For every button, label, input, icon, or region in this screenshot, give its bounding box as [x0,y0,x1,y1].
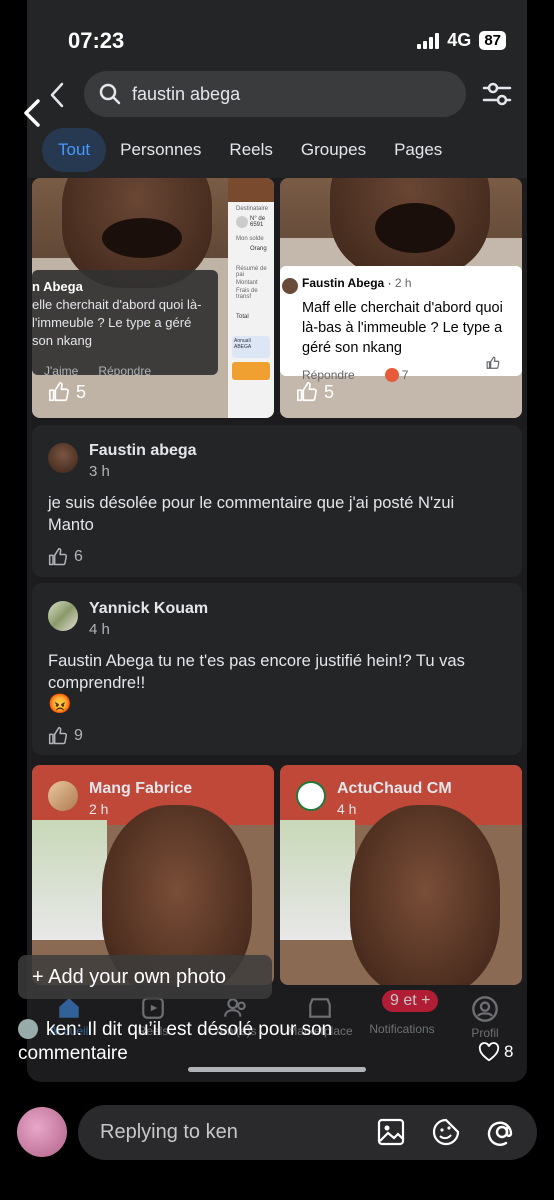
home-indicator [188,1067,366,1072]
beard-shape [375,203,455,253]
story-back-icon[interactable] [20,98,44,128]
comment-likes[interactable]: 9 [48,726,83,746]
reply-input[interactable]: Replying to ken [78,1105,537,1160]
overlay-like-action: J'aime [44,364,79,378]
comment-likes[interactable]: 6 [48,547,83,567]
mention-icon[interactable] [487,1117,517,1147]
profile-icon [472,996,498,1022]
back-icon[interactable] [46,80,68,110]
comment-time: 3 h [89,463,110,480]
comment-text: je suis désolée pour le commentaire que … [48,494,455,534]
story-like[interactable]: 8 [478,1042,513,1062]
receipt-label: Destinataire [236,206,269,212]
reel-likes: 5 [296,381,334,403]
overlay-reply-action: Répondre [98,364,152,378]
avatar [48,443,78,473]
reel-time: 2 h [89,801,109,817]
add-photo-label: + Add your own photo [32,965,227,988]
search-query: faustin abega [132,83,241,104]
overlay-comment-text: Maff elle cherchait d'abord quoi là-bas … [302,300,503,356]
tab-pages[interactable]: Pages [380,128,456,172]
filter-icon[interactable] [482,80,512,108]
comment-card[interactable]: Yannick Kouam 4 h Faustin Abega tu ne t'… [32,583,522,755]
avatar [48,601,78,631]
reel-card-4[interactable]: ActuChaud CM 4 h [280,765,522,985]
receipt-label: Total [236,314,249,320]
reel-like-count: 5 [76,381,87,402]
reel-author: Mang Fabrice [89,780,193,797]
signal-icon [417,32,440,49]
reel-card-1[interactable]: Destinataire N° de 6591 Mon solde Orang … [32,178,274,418]
receipt-panel: Destinataire N° de 6591 Mon solde Orang … [228,178,274,418]
search-input[interactable]: faustin abega [84,71,466,117]
search-icon [99,83,121,105]
receipt-avatar-icon [236,216,248,228]
tab-groupes[interactable]: Groupes [287,128,380,172]
overlay-comment: Faustin Abega · 2 h Maff elle cherchait … [280,266,522,382]
receipt-label: Mon solde [236,236,264,242]
receipt-label: 6591 [250,222,264,228]
thumbs-up-icon [297,382,317,402]
notification-badge: 9 et + [382,990,439,1012]
nav-profile-label: Profil [471,1026,499,1040]
reel-like-count: 5 [324,381,335,402]
heart-icon [478,1042,500,1062]
comment-text: Faustin Abega tu ne t'es pas encore just… [48,652,465,692]
receipt-label: Orang [250,246,267,252]
my-avatar[interactable] [17,1107,67,1157]
tab-tout[interactable]: Tout [42,128,107,172]
reel-card-2[interactable]: Faustin Abega · 2 h Maff elle cherchait … [280,178,522,418]
story-reply-text: ken: Il dit qu’il est désolé pour son co… [18,1018,418,1066]
angry-face-emoji: 😡 [48,694,72,715]
reel-author: ActuChaud CM [337,780,452,797]
beard-shape [102,218,182,258]
status-time: 07:23 [68,28,125,53]
thumbs-up-icon [48,547,68,566]
overlay-comment: n Abega elle cherchait d'abord quoi là-l… [32,270,218,378]
story-reply-message: ken: Il dit qu’il est désolé pour son co… [18,1019,333,1064]
comment-author[interactable]: Faustin abega [89,442,197,460]
image-icon[interactable] [376,1117,406,1147]
add-photo-button[interactable]: + Add your own photo [18,955,272,999]
comment-like-count: 9 [74,727,83,744]
filter-tabs: Tout Personnes Reels Groupes Pages [42,128,456,172]
comment-like-count: 6 [74,548,83,565]
comment-card[interactable]: Faustin abega 3 h je suis désolée pour l… [32,425,522,577]
tab-reels[interactable]: Reels [215,128,286,172]
battery-icon: 87 [479,31,506,50]
reel-likes: 5 [48,381,86,403]
thumbs-up-icon [48,726,68,745]
overlay-comment-text: elle cherchait d'abord quoi là-l'immeubl… [32,297,202,348]
comment-time: 4 h [89,621,110,638]
story-like-count: 8 [504,1042,514,1061]
comment-author[interactable]: Yannick Kouam [89,600,208,618]
receipt-label: Frais de transf [236,288,258,300]
nav-profile[interactable]: Profil [462,995,508,1040]
overlay-comment-author: n Abega [32,279,83,294]
face-shape [350,805,500,985]
sticker-icon[interactable] [431,1117,461,1147]
tab-personnes[interactable]: Personnes [106,128,215,172]
thumbs-up-icon [49,382,69,402]
receipt-label: ABEGA [234,344,252,350]
avatar [296,781,326,811]
inset-photo [280,820,355,940]
overlay-comment-time: 2 h [394,276,412,290]
receipt-label: Montant [236,280,258,286]
overlay-reaction-count: 7 [401,368,409,382]
receipt-label: Résumé de pai [236,266,267,278]
network-label: 4G [447,30,472,50]
angry-reaction-icon [384,368,399,382]
commenter-avatar [282,278,298,294]
inset-photo [32,820,107,940]
status-indicators: 4G 87 [417,30,506,51]
thumbs-up-icon [486,356,500,369]
overlay-comment-author: Faustin Abega [302,276,385,290]
reply-placeholder: Replying to ken [100,1121,238,1143]
reel-card-3[interactable]: Mang Fabrice 2 h [32,765,274,985]
reel-time: 4 h [337,801,357,817]
avatar [48,781,78,811]
